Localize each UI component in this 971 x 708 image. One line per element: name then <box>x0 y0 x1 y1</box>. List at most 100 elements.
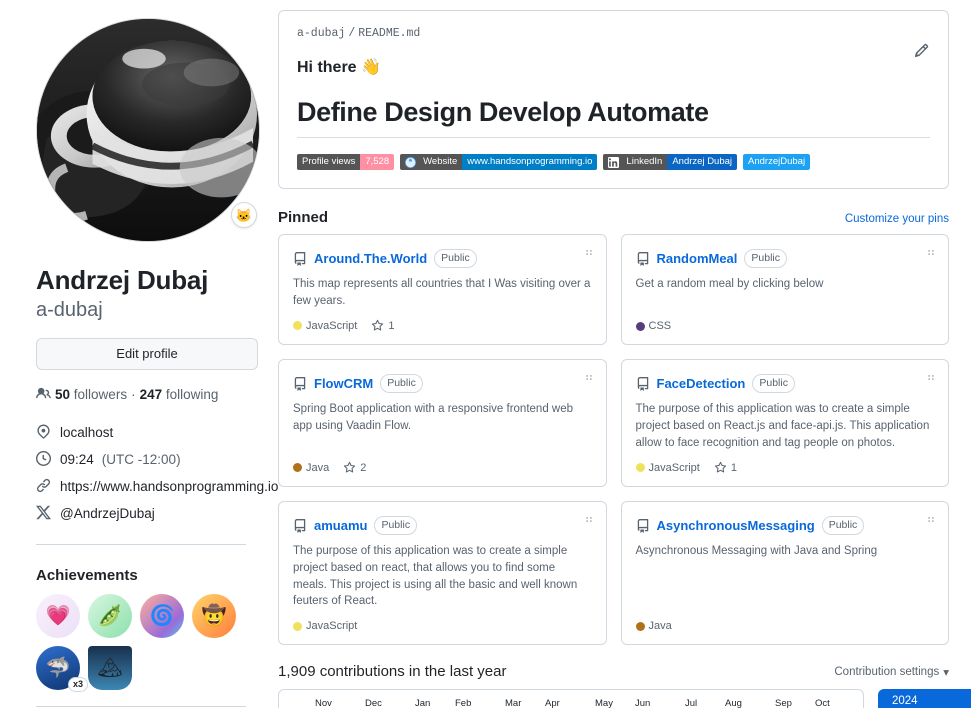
pin-repo-name[interactable]: FlowCRM <box>314 376 373 391</box>
breadcrumb-owner[interactable]: a-dubaj <box>297 27 345 40</box>
month-label: Jul <box>685 698 698 708</box>
status-emoji: 🐱 <box>235 207 253 223</box>
pin-language-label: CSS <box>648 320 672 333</box>
pin-language-label: JavaScript <box>306 319 358 332</box>
drag-handle-icon[interactable] <box>926 249 936 261</box>
sidebar-divider-1 <box>36 543 246 545</box>
linkedin-icon <box>603 154 622 170</box>
contributions-heading: 1,909 contributions in the last year <box>278 663 507 681</box>
month-label: Dec <box>365 698 382 708</box>
drag-handle-icon[interactable] <box>926 374 936 386</box>
x-twitter-icon <box>36 505 52 525</box>
achievement-arctic-vault-badge[interactable]: 🏔 <box>88 645 132 690</box>
yolo-icon: 🌀 <box>140 593 184 638</box>
pinned-repo-card[interactable]: RandomMeal Public Get a random meal by c… <box>620 234 949 346</box>
edit-profile-button[interactable]: Edit profile <box>36 337 258 370</box>
link-icon <box>36 478 52 498</box>
month-label: Aug <box>725 698 742 708</box>
profile-views-value: 7,528 <box>360 154 395 170</box>
website-badge[interactable]: Website www.handsonprogramming.io <box>400 154 598 170</box>
drag-handle-icon[interactable] <box>584 249 594 261</box>
achievements-section: Achievements 💗 🫛 🌀 🤠 🦈 x3 🏔 <box>36 567 246 692</box>
meta-separator: · <box>131 387 136 402</box>
pin-description: This map represents all countries that I… <box>293 278 591 307</box>
pin-footer: CSS <box>635 320 935 333</box>
people-icon <box>36 386 51 404</box>
month-label: Jan <box>415 698 431 708</box>
achievement-starstruck-badge[interactable]: 🦈 x3 <box>36 645 88 692</box>
pin-visibility: Public <box>752 374 795 394</box>
pin-visibility: Public <box>380 374 423 394</box>
avatar[interactable] <box>36 18 260 242</box>
readme-greeting: Hi there 👋 <box>297 59 381 76</box>
language-color-dot <box>635 463 645 473</box>
pinned-repo-card[interactable]: AsynchronousMessaging Public Asynchronou… <box>620 501 949 646</box>
mountain-icon: 🏔 <box>88 645 132 690</box>
social-handle-link[interactable]: @AndrzejDubaj <box>60 504 155 523</box>
breadcrumb-file[interactable]: README.md <box>358 27 420 40</box>
website-badge-value: www.handsonprogramming.io <box>462 154 598 170</box>
drag-handle-icon[interactable] <box>584 516 594 528</box>
pinned-repo-card[interactable]: Around.The.World Public This map represe… <box>278 234 607 346</box>
pin-stars[interactable]: 2 <box>343 461 366 474</box>
location-icon <box>36 423 52 444</box>
pin-repo-name[interactable]: Around.The.World <box>314 251 427 266</box>
breadcrumb-separator: / <box>348 27 356 40</box>
language-color-dot <box>635 621 645 631</box>
pin-stars[interactable]: 1 <box>371 319 394 332</box>
linkedin-badge[interactable]: LinkedIn Andrzej Dubaj <box>603 154 738 170</box>
achievement-yolo-badge[interactable]: 🌀 <box>140 593 184 638</box>
pin-header: Around.The.World Public <box>293 249 592 268</box>
drag-handle-icon[interactable] <box>926 516 936 528</box>
weekday-labels: MonWedFri <box>289 698 315 708</box>
pin-repo-name[interactable]: RandomMeal <box>657 251 738 266</box>
pin-repo-name[interactable]: FaceDetection <box>657 376 746 391</box>
pin-stars[interactable]: 1 <box>714 461 737 474</box>
achievement-count: x3 <box>67 676 88 692</box>
contribution-settings-button[interactable]: Contribution settings ▾ <box>834 665 949 679</box>
profile-views-badge[interactable]: Profile views 7,528 <box>297 154 395 170</box>
pin-footer: JavaScript 1 <box>293 319 592 332</box>
repo-icon <box>293 376 307 391</box>
status-emoji-badge[interactable]: 🐱 <box>231 202 257 228</box>
contribution-graph-card: MonWedFri Nov Dec Jan Feb Mar Apr May Jun Jul Aug… <box>278 689 864 708</box>
pin-repo-name[interactable]: amuamu <box>314 518 367 533</box>
edit-readme-pencil-icon[interactable] <box>910 39 932 61</box>
website-row: https://www.handsonprogramming.io <box>36 474 278 501</box>
pin-star-count: 1 <box>388 319 395 332</box>
contribution-graph: MonWedFri Nov Dec Jan Feb Mar Apr May Jun Jul Aug… <box>289 698 853 708</box>
repo-icon <box>636 376 650 391</box>
followers-link[interactable]: 50 followers <box>55 387 127 402</box>
pin-visibility: Public <box>434 249 477 268</box>
location-text: localhost <box>60 424 114 440</box>
pin-description: The purpose of this application was to c… <box>635 403 930 449</box>
repo-icon <box>636 518 650 533</box>
website-link[interactable]: https://www.handsonprogramming.io <box>60 477 278 496</box>
pinned-repo-card[interactable]: FaceDetection Public The purpose of this… <box>620 359 949 488</box>
year-button-2024[interactable]: 2024 <box>878 689 971 708</box>
achievement-heart-badge[interactable]: 💗 <box>36 593 80 638</box>
repo-icon <box>293 518 307 533</box>
achievement-quickdraw-badge[interactable]: 🤠 <box>192 593 236 638</box>
twitter-badge[interactable]: AndrzejDubaj <box>743 154 811 170</box>
pinned-repo-card[interactable]: amuamu Public The purpose of this applic… <box>278 501 607 646</box>
pin-language: CSS <box>635 320 672 333</box>
pin-language-label: JavaScript <box>306 620 358 633</box>
following-link[interactable]: 247 following <box>140 387 219 402</box>
contribution-settings-label: Contribution settings <box>834 665 940 678</box>
profile-sidebar: 🐱 Andrzej Dubaj a-dubaj Edit profile 50 … <box>0 0 278 708</box>
clock-icon <box>36 450 52 471</box>
cowboy-icon: 🤠 <box>192 593 236 638</box>
achievement-pull-shark-badge[interactable]: 🫛 <box>88 593 132 638</box>
customize-pins-link[interactable]: Customize your pins <box>845 213 949 225</box>
pin-description: Spring Boot application with a responsiv… <box>293 403 574 433</box>
drag-handle-icon[interactable] <box>584 374 594 386</box>
readme-badge-row: Profile views 7,528 Website www.handsonp… <box>297 154 930 170</box>
month-label: Jun <box>635 698 651 708</box>
contributions-body: MonWedFri Nov Dec Jan Feb Mar Apr May Jun Jul Aug… <box>278 689 971 708</box>
language-color-dot <box>293 321 302 331</box>
pin-repo-name[interactable]: AsynchronousMessaging <box>657 518 815 533</box>
location-row: localhost <box>36 420 246 447</box>
pinned-repo-card[interactable]: FlowCRM Public Spring Boot application w… <box>278 359 607 488</box>
timezone-text: (UTC -12:00) <box>101 451 181 467</box>
